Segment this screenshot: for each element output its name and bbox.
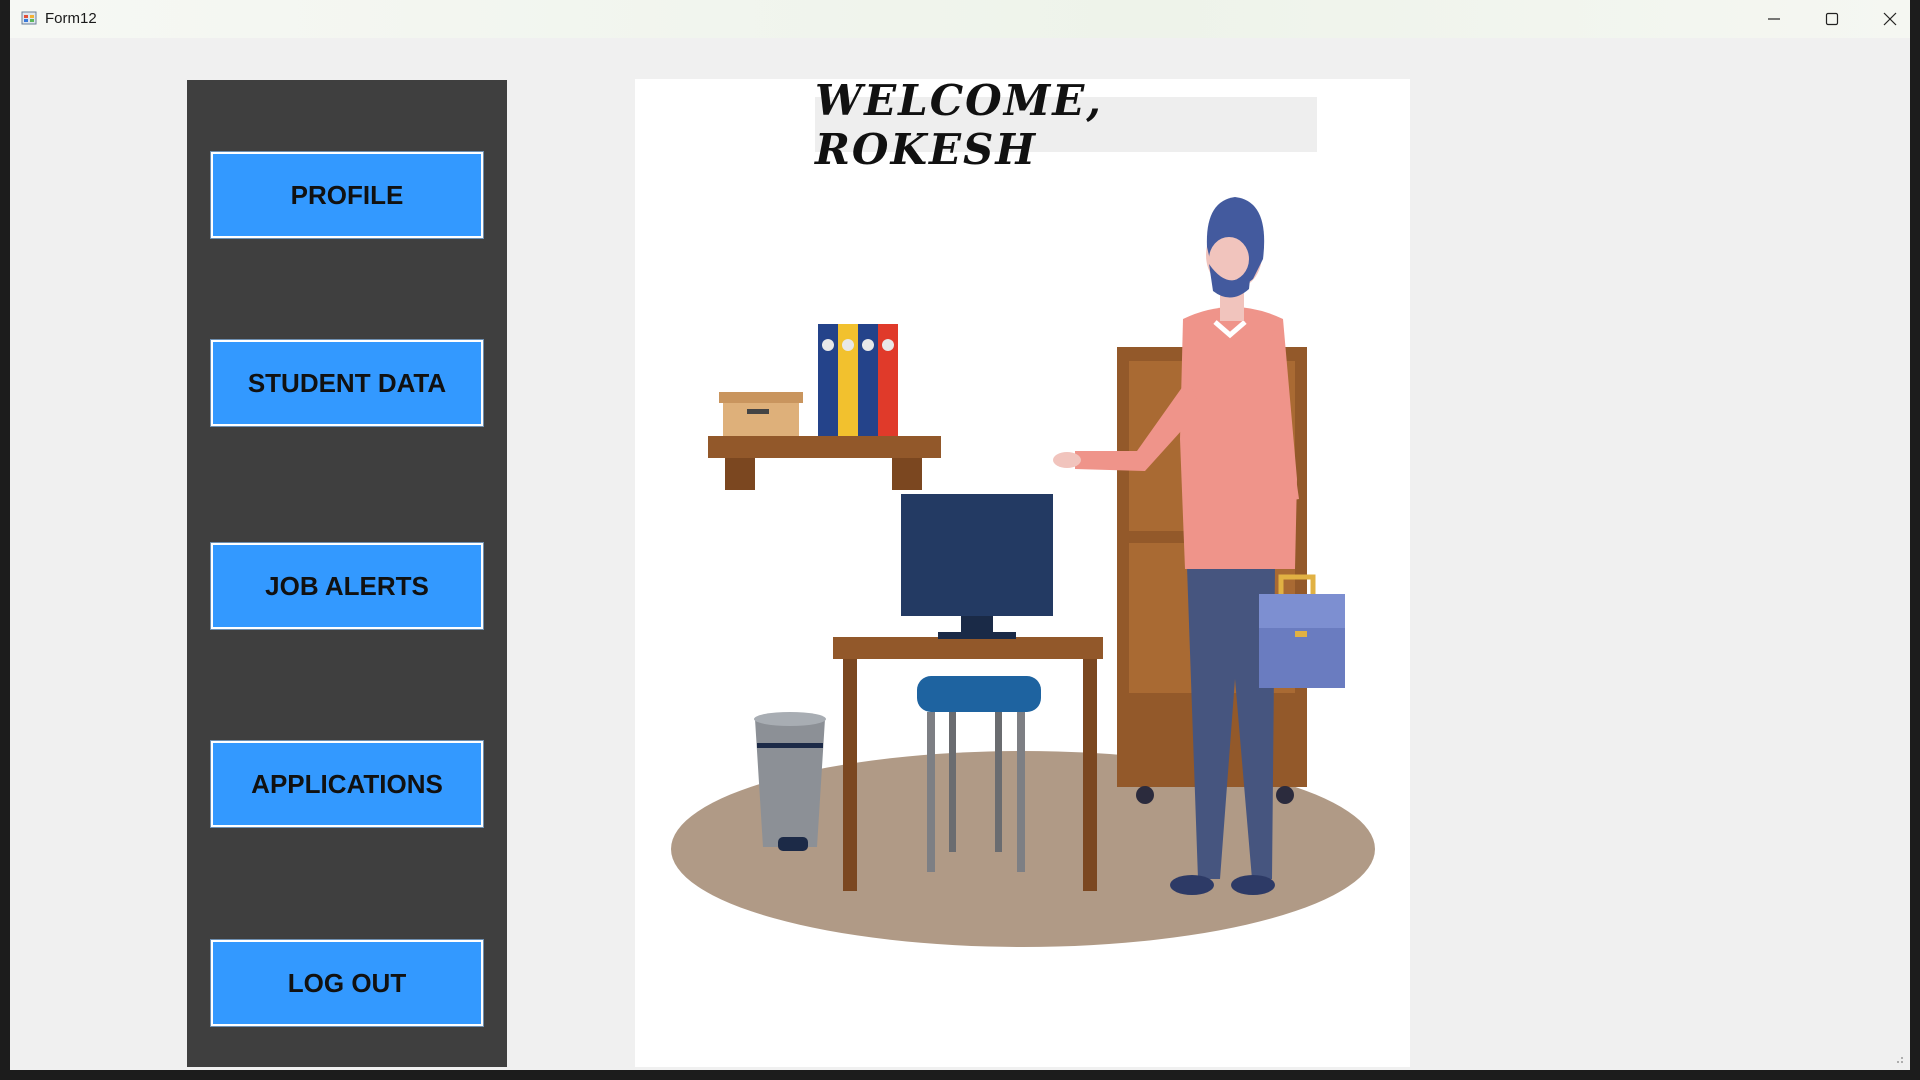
office-man-with-briefcase-illustration — [671, 197, 1375, 947]
log-out-button[interactable]: LOG OUT — [211, 940, 483, 1026]
app-form-icon — [21, 11, 37, 25]
job-alerts-button[interactable]: JOB ALERTS — [211, 543, 483, 629]
close-icon — [1883, 12, 1897, 26]
minimize-button[interactable] — [1745, 0, 1803, 38]
applications-button[interactable]: APPLICATIONS — [211, 741, 483, 827]
app-window: Form12 PROFILE STUDENT DATA JOB ALERTS A… — [10, 0, 1910, 1070]
sidebar: PROFILE STUDENT DATA JOB ALERTS APPLICAT… — [187, 80, 507, 1067]
close-button[interactable] — [1861, 0, 1919, 38]
main-panel: WELCOME, ROKESH — [635, 79, 1410, 1067]
student-data-button[interactable]: STUDENT DATA — [211, 340, 483, 426]
welcome-heading: WELCOME, ROKESH — [815, 79, 1317, 174]
minimize-icon — [1768, 18, 1780, 20]
window-title: Form12 — [45, 10, 97, 27]
title-bar[interactable]: Form12 — [10, 0, 1910, 38]
maximize-button[interactable] — [1803, 0, 1861, 38]
profile-button[interactable]: PROFILE — [211, 152, 483, 238]
resize-grip-icon[interactable] — [1892, 1052, 1904, 1064]
maximize-icon — [1825, 12, 1839, 26]
